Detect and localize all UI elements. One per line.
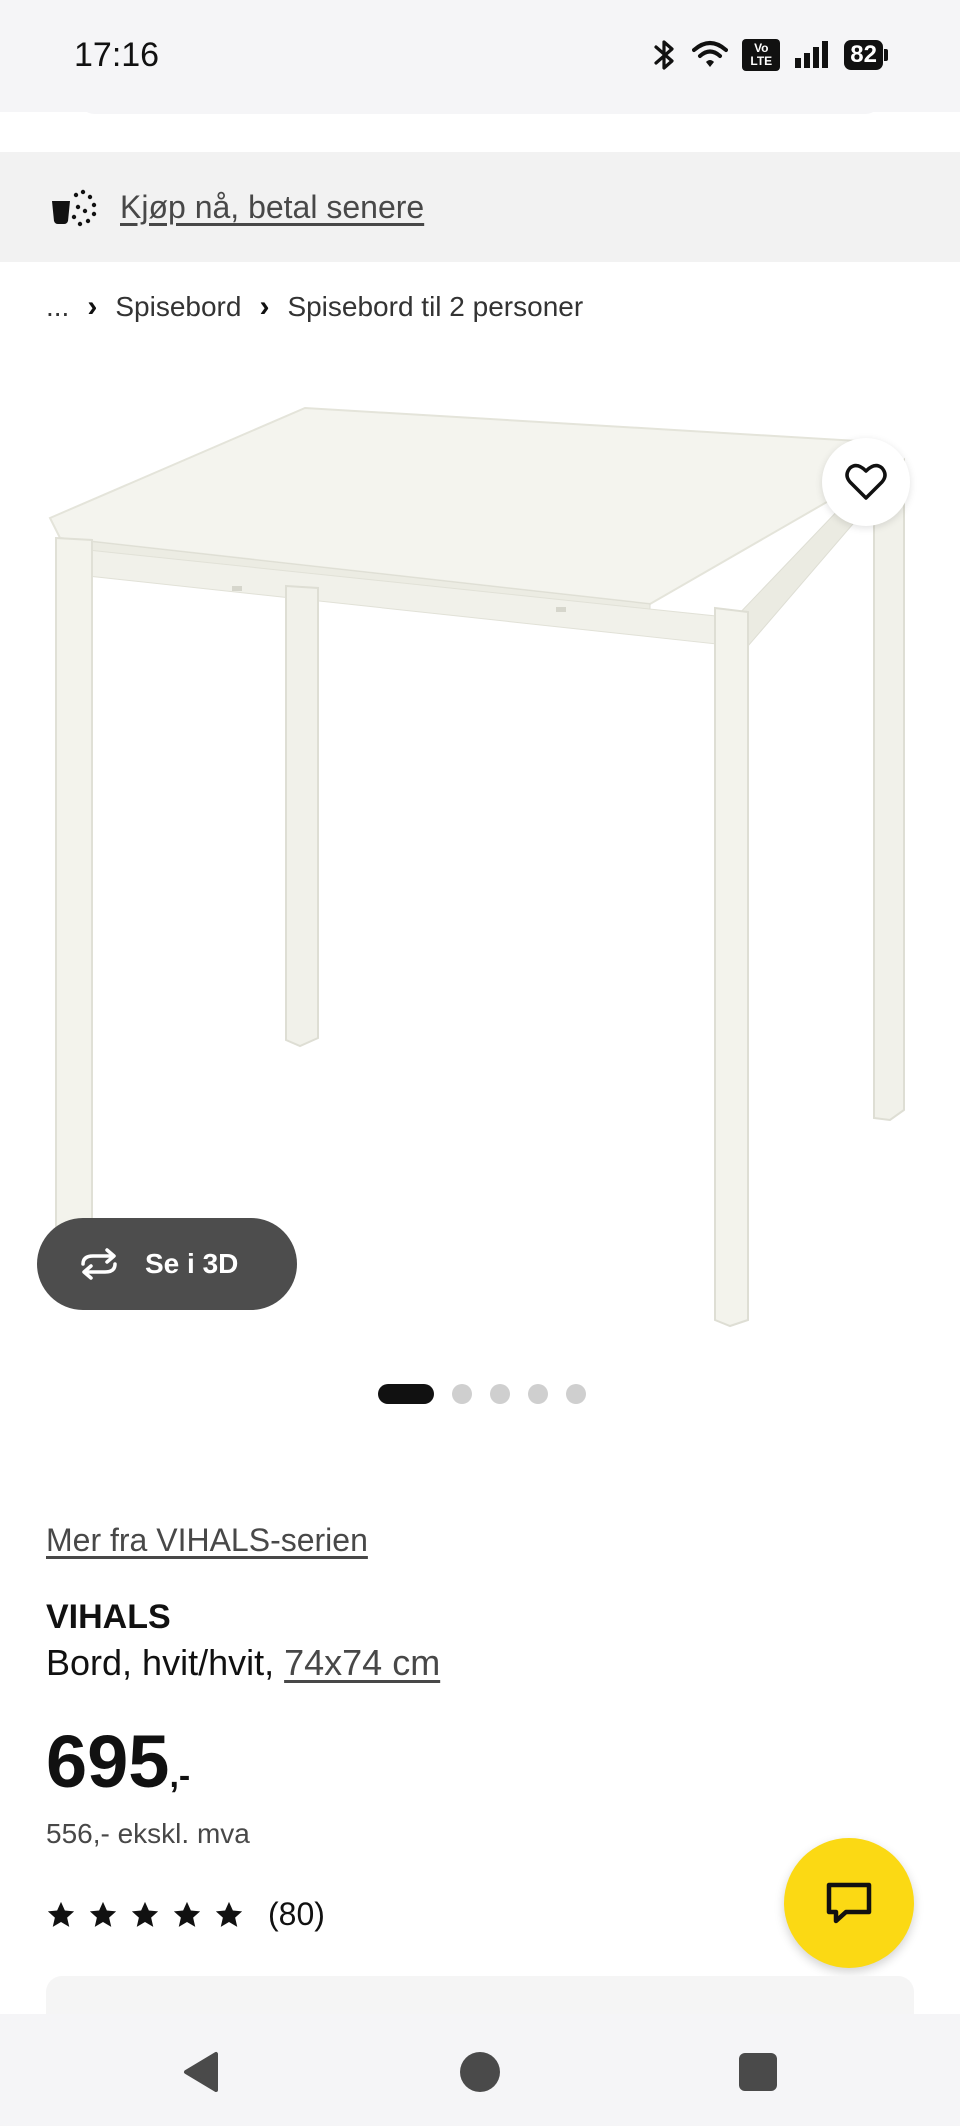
volte-icon: Vo LTE [742, 39, 781, 71]
battery-level: 82 [844, 40, 883, 70]
breadcrumb-item-current[interactable]: Spisebord til 2 personer [287, 291, 583, 323]
star-icon [173, 1901, 201, 1927]
star-icon [131, 1901, 159, 1927]
bluetooth-icon [654, 40, 674, 70]
rating[interactable]: (80) [46, 1896, 325, 1933]
header-edge [80, 100, 880, 114]
view-3d-label: Se i 3D [145, 1248, 239, 1279]
star-icon [47, 1901, 75, 1927]
carousel-dot-1[interactable] [378, 1384, 434, 1404]
carousel-dot-2[interactable] [452, 1384, 472, 1404]
chat-bubble-icon [826, 1882, 872, 1924]
status-bar: 17:16 Vo LTE 82 [0, 0, 960, 112]
chevron-right-icon: › [259, 290, 270, 323]
heart-icon [845, 463, 887, 500]
price-excl-vat: 556,- ekskl. mva [46, 1818, 250, 1849]
price-suffix: ,- [169, 1757, 191, 1795]
carousel-dot-5[interactable] [566, 1384, 586, 1404]
star-icon [215, 1901, 243, 1927]
pot-sparkle-icon [52, 189, 97, 227]
product-description: Bord, hvit/hvit, 74x74 cm [46, 1642, 440, 1684]
system-nav-bar [0, 2014, 960, 2126]
carousel-indicator [378, 1384, 586, 1404]
breadcrumb-item-spisebord[interactable]: Spisebord [115, 291, 241, 323]
price-value: 695 [46, 1720, 170, 1803]
promo-link[interactable]: Kjøp nå, betal senere [120, 189, 424, 226]
battery-icon: 82 [844, 40, 888, 70]
product-size-link[interactable]: 74x74 cm [284, 1642, 440, 1683]
breadcrumb: ... › Spisebord › Spisebord til 2 person… [46, 290, 583, 324]
favourite-button[interactable] [822, 438, 910, 526]
home-circle-icon[interactable] [458, 2050, 502, 2094]
chevron-right-icon: › [87, 290, 98, 323]
carousel-dot-4[interactable] [528, 1384, 548, 1404]
wifi-icon [692, 41, 729, 67]
product-name: VIHALS [46, 1598, 171, 1636]
status-time: 17:16 [74, 36, 160, 74]
rating-count: (80) [268, 1896, 325, 1932]
price: 695 ,- [46, 1722, 190, 1802]
back-triangle-icon[interactable] [180, 2050, 224, 2094]
series-link[interactable]: Mer fra VIHALS-serien [46, 1522, 368, 1559]
breadcrumb-ellipsis[interactable]: ... [46, 291, 69, 323]
signal-icon [795, 41, 829, 68]
chat-button[interactable] [784, 1838, 914, 1968]
next-card-peek [46, 1976, 914, 2016]
star-icon [89, 1901, 117, 1927]
product-image[interactable] [0, 350, 960, 1340]
view-3d-button[interactable]: Se i 3D [37, 1218, 297, 1310]
status-icons: Vo LTE 82 [652, 36, 888, 74]
carousel-dot-3[interactable] [490, 1384, 510, 1404]
product-description-text: Bord, hvit/hvit, [46, 1642, 275, 1683]
rating-stars [46, 1900, 244, 1930]
promo-bar[interactable]: Kjøp nå, betal senere [0, 152, 960, 262]
rotate-icon [81, 1248, 117, 1280]
recent-square-icon[interactable] [736, 2050, 780, 2094]
